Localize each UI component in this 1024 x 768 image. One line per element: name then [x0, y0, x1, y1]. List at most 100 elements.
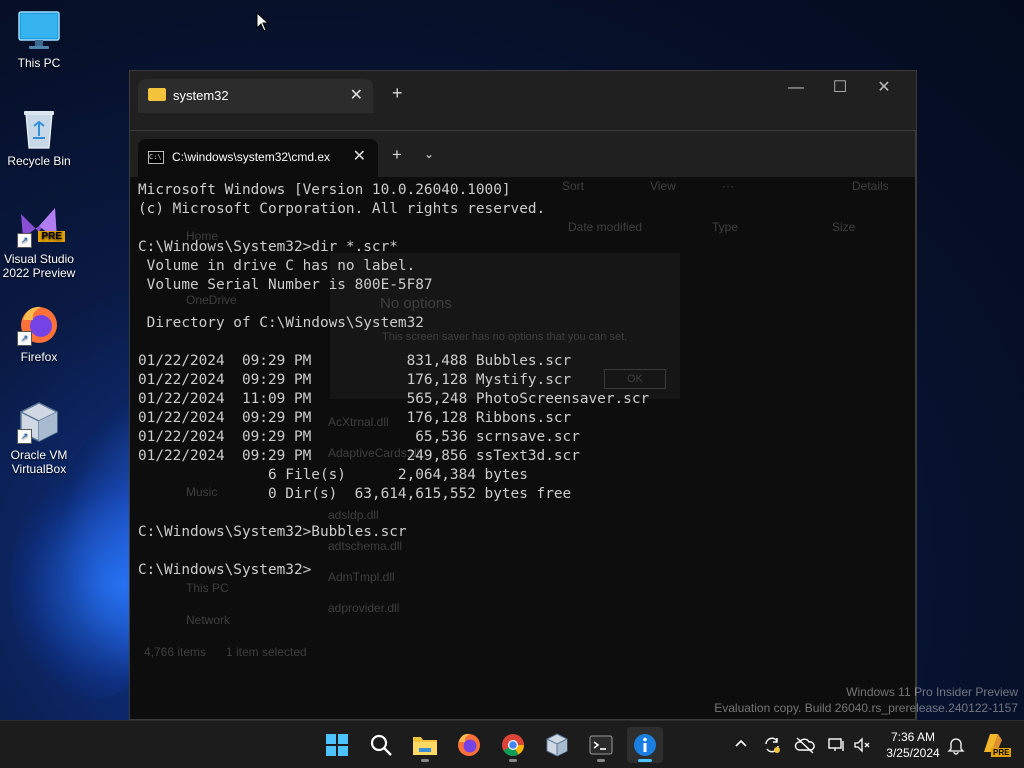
desktop-icon-firefox[interactable]: ↗ Firefox: [2, 302, 76, 364]
maximize-button[interactable]: ☐: [818, 77, 862, 97]
taskbar-chrome[interactable]: [495, 727, 531, 763]
cloud-offline-icon: [794, 737, 815, 754]
nav-network: Network: [186, 613, 231, 627]
taskbar-terminal[interactable]: [583, 727, 619, 763]
network-tray-button[interactable]: [826, 735, 846, 768]
desktop-icon-recycle-bin[interactable]: Recycle Bin: [2, 106, 76, 168]
terminal-icon: [589, 735, 613, 755]
close-tab-icon[interactable]: ✕: [350, 85, 363, 105]
terminal-line: C:\Windows\System32>dir *.scr*: [138, 239, 398, 255]
running-indicator: [509, 759, 517, 762]
virtualbox-icon: ↗: [17, 400, 61, 444]
close-tab-icon[interactable]: ✕: [353, 146, 366, 166]
new-tab-button[interactable]: +: [392, 83, 403, 104]
terminal-line: (c) Microsoft Corporation. All rights re…: [138, 201, 546, 217]
desktop-icon-virtualbox[interactable]: ↗ Oracle VM VirtualBox: [2, 400, 76, 476]
desktop-icon-label: Visual Studio 2022 Preview: [2, 252, 76, 280]
copilot-button[interactable]: PRE: [978, 730, 1012, 760]
show-hidden-icons-button[interactable]: [732, 735, 750, 768]
search-icon: [370, 734, 392, 756]
terminal-window[interactable]: C:\ C:\windows\system32\cmd.ex ✕ + ⌄ Sor…: [129, 130, 916, 720]
recycle-bin-icon: [17, 106, 61, 150]
preview-badge: PRE: [38, 231, 65, 242]
terminal-line: 01/22/2024 09:29 PM 65,536 scrnsave.scr: [138, 429, 580, 445]
desktop: This PC Recycle Bin PRE ↗ Visual Studio …: [0, 0, 1024, 768]
folder-icon: [148, 88, 166, 101]
taskbar-virtualbox[interactable]: [539, 727, 575, 763]
desktop-icon-label: Firefox: [20, 350, 58, 364]
terminal-line: 01/22/2024 09:29 PM 249,856 ssText3d.scr: [138, 448, 580, 464]
onedrive-tray-button[interactable]: [794, 735, 816, 768]
clock-date: 3/25/2024: [886, 746, 940, 760]
desktop-icon-this-pc[interactable]: This PC: [2, 8, 76, 70]
explorer-item-count: 4,766 items: [144, 645, 207, 659]
taskbar: 7:36 AM 3/25/2024 PRE: [0, 720, 1024, 768]
sync-icon: [765, 737, 780, 753]
desktop-icon-label: Recycle Bin: [7, 154, 71, 168]
chrome-icon: [502, 734, 524, 756]
minimize-button[interactable]: —: [774, 79, 818, 97]
terminal-line: Volume in drive C has no label.: [138, 258, 416, 274]
running-indicator: [597, 759, 605, 762]
volume-muted-icon: [854, 737, 870, 753]
desktop-icon-label: Oracle VM VirtualBox: [10, 448, 68, 476]
watermark-build: Evaluation copy. Build 26040.rs_prerelea…: [714, 701, 1018, 715]
taskbar-file-explorer[interactable]: [407, 727, 443, 763]
chevron-up-icon: [735, 739, 747, 747]
close-button[interactable]: ✕: [862, 77, 906, 97]
explorer-tab-bar: system32 ✕ + — ☐ ✕: [130, 71, 916, 131]
monitor-icon: [17, 8, 61, 52]
cmd-icon: C:\: [148, 151, 164, 164]
sync-tray-button[interactable]: [762, 735, 782, 768]
shortcut-arrow-icon: ↗: [17, 233, 32, 248]
taskbar-tips-app[interactable]: [627, 727, 663, 763]
firefox-icon: [458, 733, 480, 756]
terminal-line: Microsoft Windows [Version 10.0.26040.10…: [138, 182, 511, 198]
info-icon: [634, 734, 656, 756]
terminal-line: Volume Serial Number is 800E-5F87: [138, 277, 433, 293]
windows-logo-icon: [326, 734, 348, 756]
taskbar-clock[interactable]: 7:36 AM 3/25/2024: [883, 729, 943, 761]
copilot-preview-badge: PRE: [991, 748, 1012, 757]
folder-icon: [413, 737, 437, 755]
desktop-icon-visual-studio[interactable]: PRE ↗ Visual Studio 2022 Preview: [2, 204, 76, 280]
visual-studio-icon: PRE ↗: [17, 204, 65, 248]
shortcut-arrow-icon: ↗: [17, 429, 32, 444]
terminal-line: 0 Dir(s) 63,614,615,552 bytes free: [138, 486, 572, 502]
explorer-tab-title: system32: [173, 88, 229, 103]
clock-time: 7:36 AM: [890, 730, 936, 744]
terminal-tab-title: C:\windows\system32\cmd.ex: [172, 150, 331, 164]
explorer-selection-count: 1 item selected: [226, 645, 307, 659]
notifications-button[interactable]: [947, 735, 965, 768]
terminal-line: C:\Windows\System32>Bubbles.scr: [138, 524, 407, 540]
bell-icon: [947, 738, 965, 755]
terminal-line: 01/22/2024 11:09 PM 565,248 PhotoScreens…: [138, 391, 650, 407]
taskbar-firefox[interactable]: [451, 727, 487, 763]
terminal-tab-bar: C:\ C:\windows\system32\cmd.ex ✕ + ⌄: [130, 131, 915, 177]
search-button[interactable]: [363, 727, 399, 763]
new-tab-button[interactable]: +: [392, 145, 402, 165]
volume-tray-button[interactable]: [852, 735, 872, 768]
terminal-line: Directory of C:\Windows\System32: [138, 315, 424, 331]
terminal-line: 6 File(s) 2,064,384 bytes: [138, 467, 528, 483]
explorer-tab[interactable]: system32 ✕: [138, 79, 373, 113]
network-icon: [828, 738, 844, 751]
terminal-line: C:\Windows\System32>: [138, 562, 312, 578]
start-button[interactable]: [319, 727, 355, 763]
running-indicator: [421, 759, 429, 762]
terminal-line: 01/22/2024 09:29 PM 176,128 Ribbons.scr: [138, 410, 572, 426]
virtualbox-icon: [546, 733, 568, 757]
chevron-down-icon[interactable]: ⌄: [424, 147, 434, 161]
nav-this-pc: This PC: [186, 581, 229, 595]
terminal-line: 01/22/2024 09:29 PM 831,488 Bubbles.scr: [138, 353, 572, 369]
terminal-tab[interactable]: C:\ C:\windows\system32\cmd.ex ✕: [138, 139, 378, 177]
mouse-cursor-icon: [256, 12, 270, 32]
desktop-icon-label: This PC: [17, 56, 61, 70]
terminal-output[interactable]: Microsoft Windows [Version 10.0.26040.10…: [138, 181, 907, 580]
firefox-icon: ↗: [17, 302, 61, 346]
